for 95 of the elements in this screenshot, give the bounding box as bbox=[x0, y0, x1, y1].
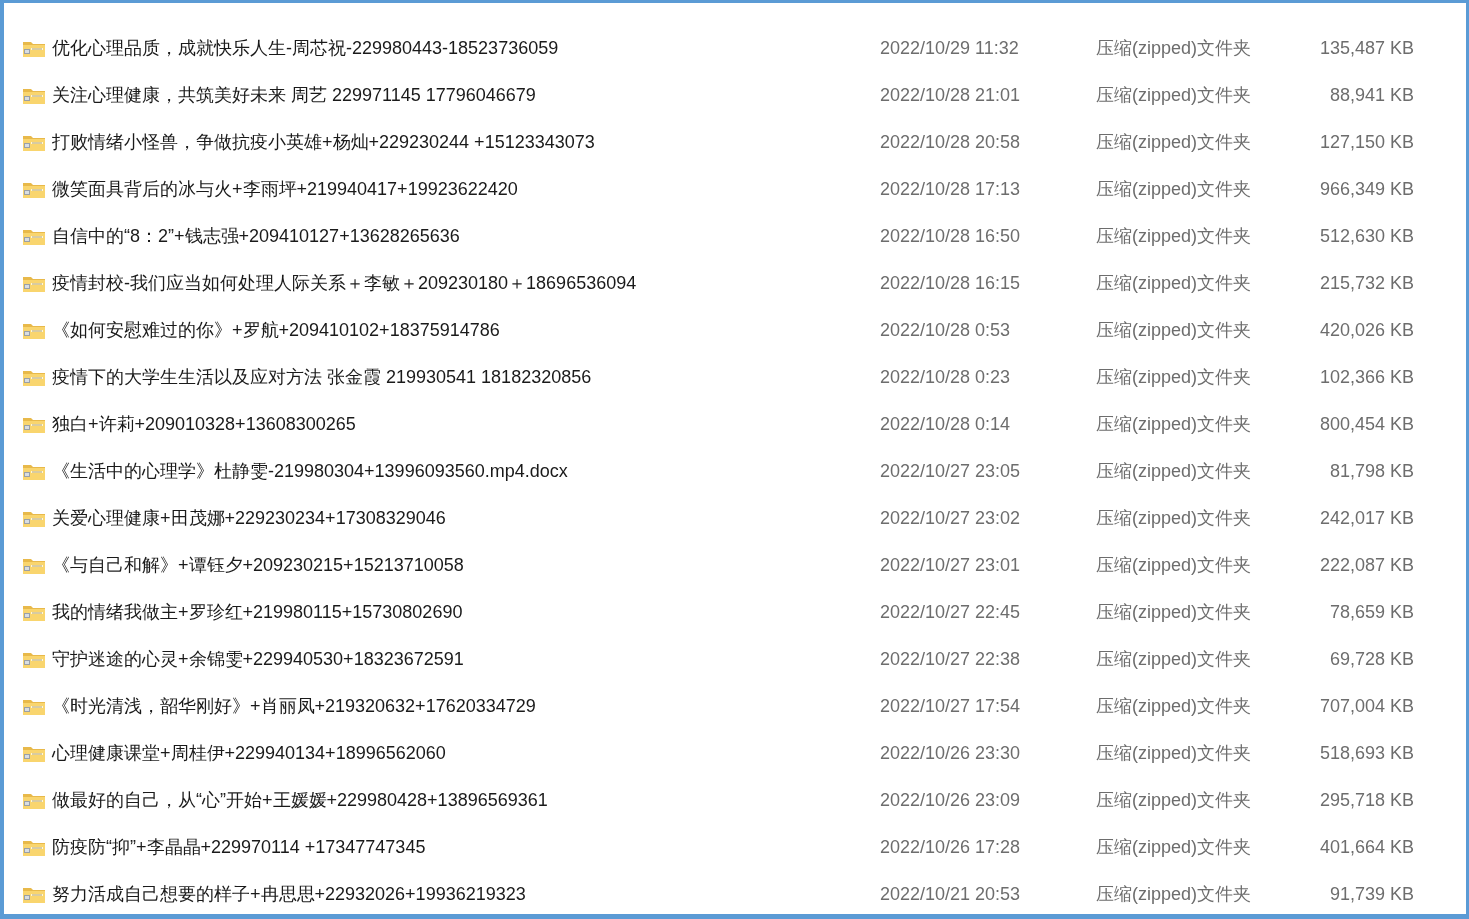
date-modified: 2022/10/28 16:50 bbox=[879, 225, 1022, 248]
file-name: 疫情封校-我们应当如何处理人际关系＋李敏＋209230180＋18696536094 bbox=[52, 272, 637, 295]
date-modified: 2022/10/27 22:45 bbox=[879, 601, 1022, 624]
zip-folder-icon bbox=[23, 604, 45, 621]
file-name: 《如何安慰难过的你》+罗航+209410102+18375914786 bbox=[52, 319, 500, 342]
file-name: 疫情下的大学生生活以及应对方法 张金霞 219930541 18182320856 bbox=[52, 366, 592, 389]
zip-folder-icon bbox=[23, 181, 45, 198]
date-modified: 2022/10/28 0:23 bbox=[879, 366, 1012, 389]
date-modified: 2022/10/27 23:02 bbox=[879, 507, 1022, 530]
file-type: 压缩(zipped)文件夹 bbox=[1095, 460, 1253, 483]
file-type: 压缩(zipped)文件夹 bbox=[1095, 836, 1253, 859]
file-size: 401,664 KB bbox=[1318, 836, 1414, 859]
file-name: 做最好的自己，从“心”开始+王媛媛+229980428+13896569361 bbox=[52, 789, 548, 812]
date-modified: 2022/10/26 23:09 bbox=[879, 789, 1022, 812]
file-size: 91,739 KB bbox=[1328, 883, 1414, 906]
date-modified: 2022/10/28 20:58 bbox=[879, 131, 1022, 154]
file-name: 打败情绪小怪兽，争做抗疫小英雄+杨灿+229230244 +15123343073 bbox=[52, 131, 595, 154]
date-modified: 2022/10/28 16:15 bbox=[879, 272, 1022, 295]
file-type: 压缩(zipped)文件夹 bbox=[1095, 225, 1253, 248]
file-size: 127,150 KB bbox=[1318, 131, 1414, 154]
file-name: 关注心理健康，共筑美好未来 周艺 229971145 17796046679 bbox=[52, 84, 536, 107]
date-modified: 2022/10/28 21:01 bbox=[879, 84, 1022, 107]
date-modified: 2022/10/27 17:54 bbox=[879, 695, 1022, 718]
file-name: 《生活中的心理学》杜静雯-219980304+13996093560.mp4.docx bbox=[52, 460, 568, 483]
date-modified: 2022/10/27 23:01 bbox=[879, 554, 1022, 577]
zip-folder-icon bbox=[23, 792, 45, 809]
file-name: 努力活成自己想要的样子+冉思思+22932026+19936219323 bbox=[52, 883, 526, 906]
file-size: 420,026 KB bbox=[1318, 319, 1414, 342]
file-type: 压缩(zipped)文件夹 bbox=[1095, 648, 1253, 671]
file-size: 88,941 KB bbox=[1328, 84, 1414, 107]
zip-folder-icon bbox=[23, 275, 45, 292]
zip-folder-icon bbox=[23, 510, 45, 527]
zip-folder-icon bbox=[23, 87, 45, 104]
file-type: 压缩(zipped)文件夹 bbox=[1095, 507, 1253, 530]
file-type: 压缩(zipped)文件夹 bbox=[1095, 84, 1253, 107]
file-name: 独白+许莉+209010328+13608300265 bbox=[52, 413, 356, 436]
file-size: 102,366 KB bbox=[1318, 366, 1414, 389]
file-size: 295,718 KB bbox=[1318, 789, 1414, 812]
file-type: 压缩(zipped)文件夹 bbox=[1095, 178, 1253, 201]
zip-folder-icon bbox=[23, 651, 45, 668]
file-name: 自信中的“8：2”+钱志强+209410127+13628265636 bbox=[52, 225, 460, 248]
file-type: 压缩(zipped)文件夹 bbox=[1095, 37, 1253, 60]
date-modified: 2022/10/27 23:05 bbox=[879, 460, 1022, 483]
zip-folder-icon bbox=[23, 369, 45, 386]
file-name: 我的情绪我做主+罗珍红+219980115+15730802690 bbox=[52, 601, 463, 624]
file-size: 242,017 KB bbox=[1318, 507, 1414, 530]
file-type: 压缩(zipped)文件夹 bbox=[1095, 366, 1253, 389]
file-name: 防疫防“抑”+李晶晶+229970114 +17347747345 bbox=[52, 836, 426, 859]
file-name: 心理健康课堂+周桂伊+229940134+18996562060 bbox=[52, 742, 446, 765]
date-modified: 2022/10/28 17:13 bbox=[879, 178, 1022, 201]
zip-folder-icon bbox=[23, 745, 45, 762]
zip-folder-icon bbox=[23, 40, 45, 57]
date-modified: 2022/10/26 23:30 bbox=[879, 742, 1022, 765]
zip-folder-icon bbox=[23, 228, 45, 245]
file-size: 215,732 KB bbox=[1318, 272, 1414, 295]
date-modified: 2022/10/21 20:53 bbox=[879, 883, 1022, 906]
file-size: 69,728 KB bbox=[1328, 648, 1414, 671]
file-size: 518,693 KB bbox=[1318, 742, 1414, 765]
file-name: 优化心理品质，成就快乐人生-周芯祝-229980443-18523736059 bbox=[52, 37, 559, 60]
date-modified: 2022/10/27 22:38 bbox=[879, 648, 1022, 671]
file-name: 《时光清浅，韶华刚好》+肖丽凤+219320632+17620334729 bbox=[52, 695, 536, 718]
file-size: 135,487 KB bbox=[1318, 37, 1414, 60]
file-type: 压缩(zipped)文件夹 bbox=[1095, 695, 1253, 718]
date-modified: 2022/10/26 17:28 bbox=[879, 836, 1022, 859]
file-name: 《与自己和解》+谭钰夕+209230215+15213710058 bbox=[52, 554, 464, 577]
file-size: 707,004 KB bbox=[1318, 695, 1414, 718]
file-type: 压缩(zipped)文件夹 bbox=[1095, 413, 1253, 436]
file-type: 压缩(zipped)文件夹 bbox=[1095, 601, 1253, 624]
zip-folder-icon bbox=[23, 557, 45, 574]
file-type: 压缩(zipped)文件夹 bbox=[1095, 272, 1253, 295]
file-type: 压缩(zipped)文件夹 bbox=[1095, 319, 1253, 342]
zip-folder-icon bbox=[23, 134, 45, 151]
file-type: 压缩(zipped)文件夹 bbox=[1095, 554, 1253, 577]
file-type: 压缩(zipped)文件夹 bbox=[1095, 742, 1253, 765]
file-type: 压缩(zipped)文件夹 bbox=[1095, 131, 1253, 154]
file-size: 78,659 KB bbox=[1328, 601, 1414, 624]
date-modified: 2022/10/29 11:32 bbox=[879, 37, 1020, 60]
file-type: 压缩(zipped)文件夹 bbox=[1095, 883, 1253, 906]
file-size: 222,087 KB bbox=[1318, 554, 1414, 577]
file-size: 966,349 KB bbox=[1318, 178, 1414, 201]
file-size: 800,454 KB bbox=[1318, 413, 1414, 436]
file-type: 压缩(zipped)文件夹 bbox=[1095, 789, 1253, 812]
file-size: 512,630 KB bbox=[1318, 225, 1414, 248]
zip-folder-icon bbox=[23, 886, 45, 903]
zip-folder-icon bbox=[23, 322, 45, 339]
file-name: 微笑面具背后的冰与火+李雨坪+219940417+19923622420 bbox=[52, 178, 518, 201]
file-name: 守护迷途的心灵+余锦雯+229940530+18323672591 bbox=[52, 648, 464, 671]
zip-folder-icon bbox=[23, 416, 45, 433]
zip-folder-icon bbox=[23, 463, 45, 480]
file-size: 81,798 KB bbox=[1328, 460, 1414, 483]
file-name: 关爱心理健康+田茂娜+229230234+17308329046 bbox=[52, 507, 446, 530]
date-modified: 2022/10/28 0:53 bbox=[879, 319, 1012, 342]
zip-folder-icon bbox=[23, 698, 45, 715]
date-modified: 2022/10/28 0:14 bbox=[879, 413, 1012, 436]
zip-folder-icon bbox=[23, 839, 45, 856]
